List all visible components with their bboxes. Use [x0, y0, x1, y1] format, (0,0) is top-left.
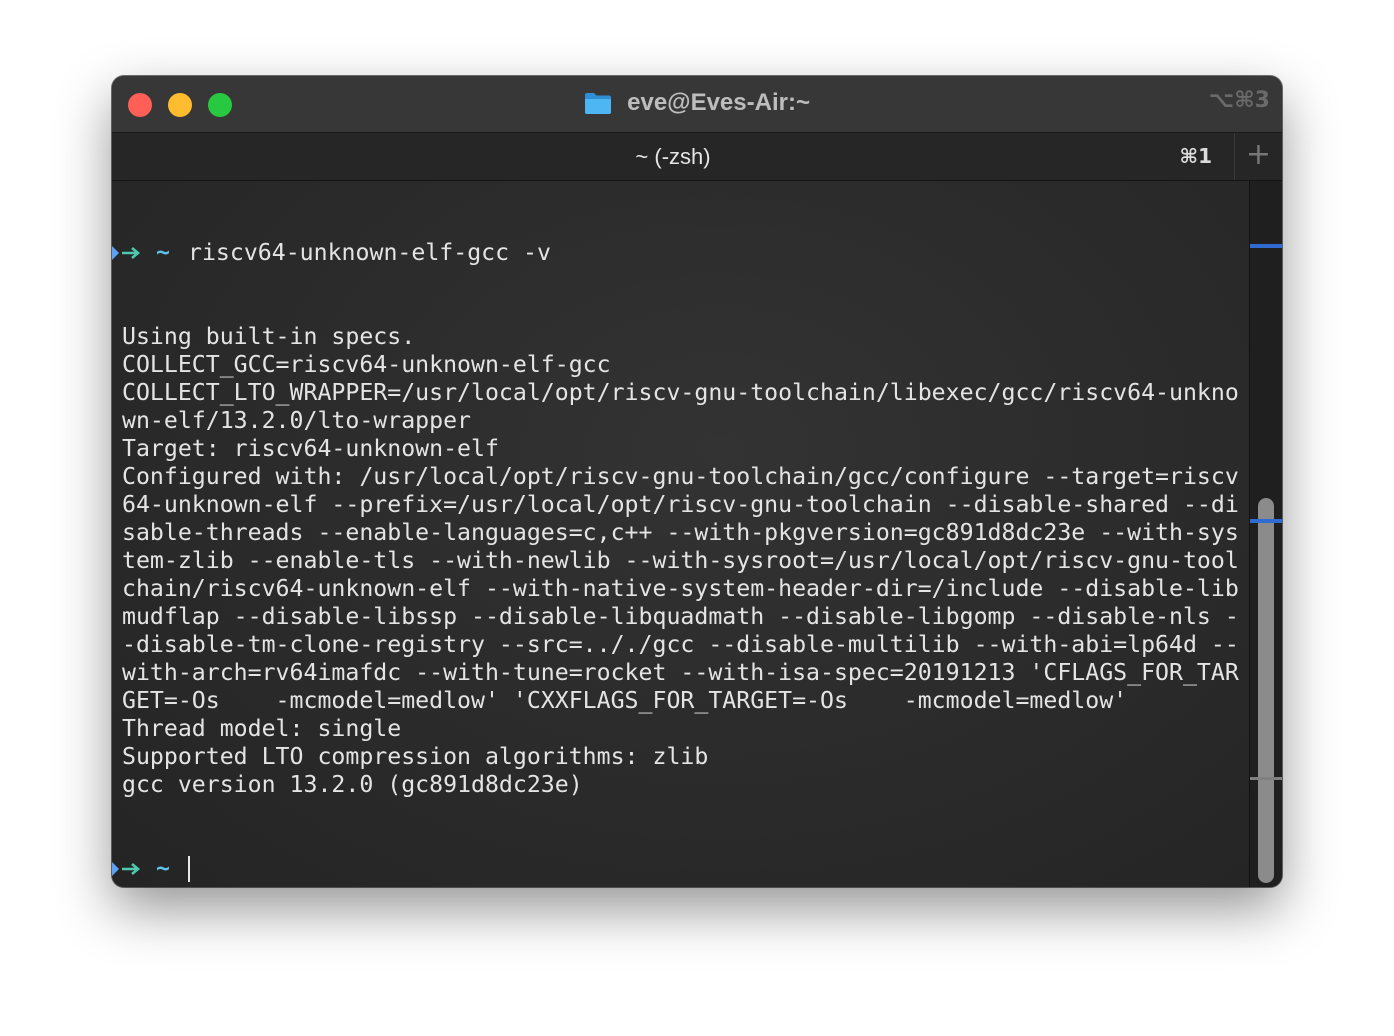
- window-shortcut-label: ⌥⌘3: [1208, 88, 1270, 113]
- terminal-window: eve@Eves-Air:~ ⌥⌘3 ~ (-zsh) ⌘1 + ~ riscv6…: [112, 76, 1282, 887]
- output-line: with-arch=rv64imafdc --with-tune=rocket …: [122, 659, 1239, 686]
- scroll-mark: [1250, 519, 1282, 523]
- command-prompt-line: ~ riscv64-unknown-elf-gcc -v: [112, 239, 1250, 267]
- tab-shortcut-label: ⌘1: [1179, 144, 1212, 168]
- plus-icon: +: [1245, 137, 1272, 172]
- output-line: Using built-in specs.: [122, 323, 416, 350]
- folder-icon: [584, 91, 612, 115]
- new-tab-button[interactable]: +: [1234, 133, 1282, 180]
- output-line: tem-zlib --enable-tls --with-newlib --wi…: [122, 547, 1239, 574]
- prompt-tilde: ~: [156, 855, 170, 882]
- output-line: Supported LTO compression algorithms: zl…: [122, 743, 709, 770]
- text-cursor: [188, 856, 190, 882]
- prompt-arrow-icon: [112, 239, 156, 267]
- output-line: gcc version 13.2.0 (gc891d8dc23e): [122, 771, 583, 798]
- prompt-arrow-icon: [112, 855, 156, 883]
- terminal-text-area[interactable]: ~ riscv64-unknown-elf-gcc -v Using built-…: [112, 181, 1250, 887]
- title-bar[interactable]: eve@Eves-Air:~ ⌥⌘3: [112, 76, 1282, 132]
- prompt-tilde: ~: [156, 239, 170, 266]
- command-output: Using built-in specs. COLLECT_GCC=riscv64…: [112, 323, 1250, 799]
- scroll-mark: [1250, 244, 1282, 248]
- output-line: chain/riscv64-unknown-elf --with-native-…: [122, 575, 1239, 602]
- terminal-content[interactable]: ~ riscv64-unknown-elf-gcc -v Using built-…: [112, 181, 1282, 887]
- tab-zsh[interactable]: ~ (-zsh) ⌘1: [112, 133, 1234, 180]
- vertical-scrollbar[interactable]: [1249, 181, 1282, 887]
- output-line: Configured with: /usr/local/opt/riscv-gn…: [122, 463, 1239, 490]
- output-line: wn-elf/13.2.0/lto-wrapper: [122, 407, 472, 434]
- output-line: Target: riscv64-unknown-elf: [122, 435, 499, 462]
- output-line: COLLECT_LTO_WRAPPER=/usr/local/opt/riscv…: [122, 379, 1239, 406]
- window-title: eve@Eves-Air:~: [627, 89, 810, 116]
- output-line: COLLECT_GCC=riscv64-unknown-elf-gcc: [122, 351, 611, 378]
- output-line: GET=-Os -mcmodel=medlow' 'CXXFLAGS_FOR_T…: [122, 687, 1128, 714]
- output-line: -disable-tm-clone-registry --src=.././gc…: [122, 631, 1239, 658]
- tab-bar: ~ (-zsh) ⌘1 +: [112, 132, 1282, 181]
- window-title-area: eve@Eves-Air:~: [112, 89, 1282, 117]
- active-prompt-line[interactable]: ~: [112, 855, 1250, 883]
- command-text: riscv64-unknown-elf-gcc -v: [188, 239, 551, 266]
- tab-label: ~ (-zsh): [635, 144, 711, 169]
- output-line: mudflap --disable-libssp --disable-libqu…: [122, 603, 1239, 630]
- scrollbar-thumb[interactable]: [1258, 498, 1274, 883]
- output-line: Thread model: single: [122, 715, 402, 742]
- scroll-mark: [1250, 777, 1282, 780]
- output-line: sable-threads --enable-languages=c,c++ -…: [122, 519, 1239, 546]
- output-line: 64-unknown-elf --prefix=/usr/local/opt/r…: [122, 491, 1239, 518]
